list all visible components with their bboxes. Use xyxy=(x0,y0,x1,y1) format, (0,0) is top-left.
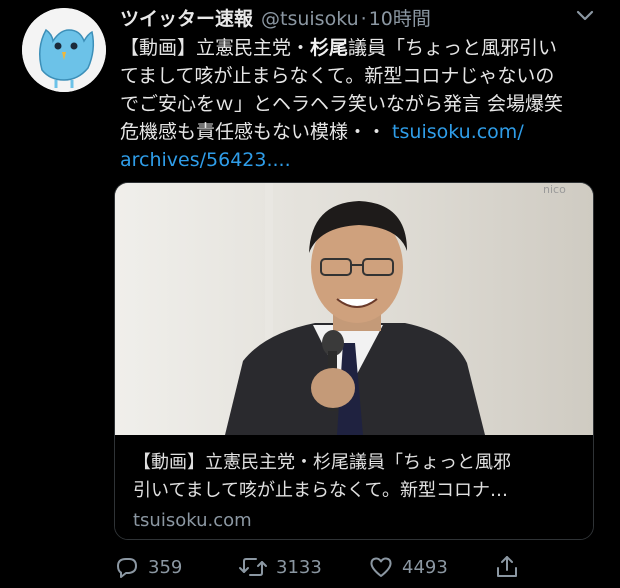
tweet-text-line3: でご安心をｗ」とヘラヘラ笑いながら発言 会場爆笑 xyxy=(120,93,564,115)
tweet-text-line1-pre: 【動画】立憲民主党・ xyxy=(120,37,311,59)
card-domain: tsuisoku.com xyxy=(133,510,252,531)
bird-avatar-icon xyxy=(22,8,106,92)
tweet-header: ツイッター速報 @tsuisoku · 10時間 xyxy=(120,4,431,30)
tweet[interactable]: ツイッター速報 @tsuisoku · 10時間 【動画】立憲民主党・杉尾議員「… xyxy=(0,0,620,588)
reply-icon xyxy=(117,558,137,578)
separator-dot: · xyxy=(360,8,367,30)
tweet-text-line1-post: 議員「ちょっと風邪引い xyxy=(348,37,558,59)
retweet-button[interactable]: 3133 xyxy=(238,552,322,582)
handle[interactable]: @tsuisoku xyxy=(261,8,359,30)
card-thumbnail: nico xyxy=(115,183,593,435)
share-button[interactable] xyxy=(494,552,520,582)
tweet-text-bold: 杉尾 xyxy=(310,37,349,59)
tweet-link-part1[interactable]: tsuisoku.com/ xyxy=(392,121,524,143)
retweet-icon xyxy=(239,558,267,576)
more-menu-button[interactable] xyxy=(572,6,598,26)
like-button[interactable]: 4493 xyxy=(368,552,448,582)
tweet-text-line2: てまして咳が止まらなくて。新型コロナじゃないの xyxy=(120,65,555,87)
tweet-text: 【動画】立憲民主党・杉尾議員「ちょっと風邪引い てまして咳が止まらなくて。新型コ… xyxy=(120,34,600,174)
reply-button[interactable]: 359 xyxy=(114,552,182,582)
avatar[interactable] xyxy=(22,8,106,92)
card-title-line2: 引いてまして咳が止まらなくて。新型コロナ… xyxy=(133,480,508,501)
like-count: 4493 xyxy=(402,556,448,578)
nico-watermark: nico xyxy=(543,183,566,196)
tweet-link-part2[interactable]: archives/56423.... xyxy=(120,149,291,171)
video-thumbnail-image: nico xyxy=(115,183,593,435)
retweet-count: 3133 xyxy=(276,556,322,578)
action-bar: 359 3133 4493 xyxy=(114,552,594,582)
chevron-down-icon xyxy=(576,10,594,21)
share-icon xyxy=(497,556,517,577)
tweet-text-line4: 危機感も責任感もない模様・・ xyxy=(120,121,393,143)
card-meta: 【動画】立憲民主党・杉尾議員「ちょっと風邪 引いてまして咳が止まらなくて。新型コ… xyxy=(115,435,593,539)
display-name[interactable]: ツイッター速報 xyxy=(120,4,253,31)
card-title-line1: 【動画】立憲民主党・杉尾議員「ちょっと風邪 xyxy=(133,452,511,473)
timestamp[interactable]: 10時間 xyxy=(369,4,431,31)
reply-count: 359 xyxy=(148,556,183,578)
link-card[interactable]: nico 【動画】立憲民主党・杉尾議員「ちょっと風邪 引いてまして咳が止まらなく… xyxy=(114,182,594,540)
like-icon xyxy=(370,557,392,577)
